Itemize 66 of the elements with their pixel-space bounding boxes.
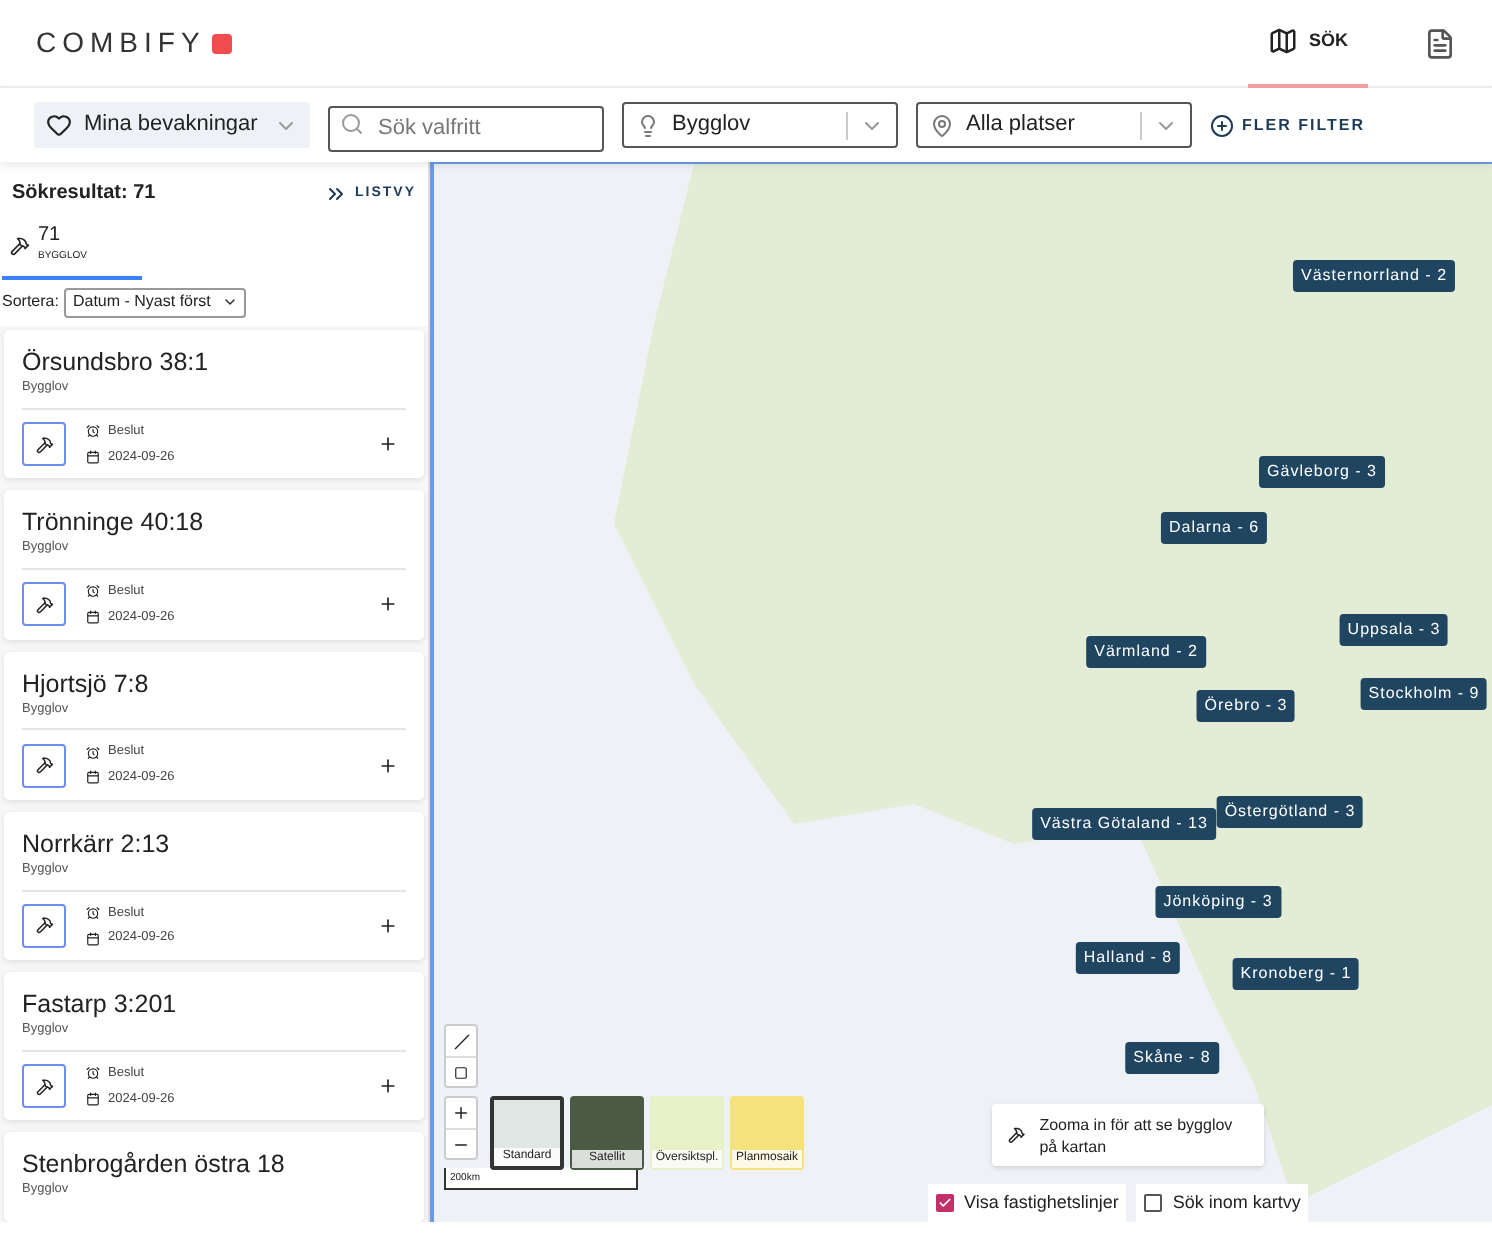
card-title: Norrkärr 2:13 (22, 827, 172, 860)
plus-icon (452, 1104, 470, 1122)
plus-circle-icon (1210, 113, 1234, 137)
search-icon (340, 112, 364, 136)
lightbulb-icon (636, 113, 660, 137)
calendar-icon (86, 449, 100, 464)
region-marker[interactable]: Gävleborg - 3 (1259, 456, 1385, 488)
add-icon[interactable] (378, 434, 398, 454)
region-marker[interactable]: Dalarna - 6 (1160, 512, 1268, 544)
calendar-icon (86, 931, 100, 946)
hammer-icon (35, 435, 53, 453)
region-marker[interactable]: Värmland - 2 (1086, 636, 1206, 668)
card-title: Fastarp 3:201 (22, 988, 179, 1020)
region-marker[interactable]: Västernorrland - 2 (1292, 260, 1456, 292)
card-title: Stenbrogården östra 18 (22, 1148, 287, 1181)
add-icon[interactable] (378, 755, 398, 775)
results-count: Sökresultat: 71 (12, 180, 156, 209)
calendar-icon (86, 770, 100, 785)
card-title: Trönninge 40:18 (22, 506, 206, 539)
checkbox[interactable] (936, 1194, 954, 1212)
region-marker[interactable]: Jönköping - 3 (1155, 886, 1281, 918)
alarm-clock-icon (86, 584, 100, 599)
sort-label: Sortera: (2, 290, 59, 315)
heart-icon (46, 112, 72, 138)
hint-text: Zooma in för att se bygglov på kartan (1039, 1113, 1235, 1157)
alarm-clock-icon (86, 424, 100, 439)
logo-icon (211, 33, 232, 53)
square-icon (454, 1065, 468, 1079)
map-option[interactable]: Visa fastighetslinjer (928, 1184, 1127, 1222)
line-icon (453, 1033, 469, 1049)
calendar-icon (86, 1091, 100, 1106)
hammer-icon (35, 595, 53, 614)
hammer-icon (35, 1077, 53, 1095)
hammer-icon (10, 235, 30, 256)
sort-dropdown[interactable]: Datum - Nyast först (64, 287, 247, 318)
map-option[interactable]: Sök inom kartvy (1136, 1184, 1309, 1222)
add-icon[interactable] (378, 915, 398, 936)
document-icon[interactable] (1424, 27, 1456, 59)
region-marker[interactable]: Stockholm - 9 (1360, 678, 1488, 710)
alarm-clock-icon (86, 1066, 100, 1081)
checkbox[interactable] (1144, 1194, 1163, 1212)
more-filters-button[interactable]: FLER FILTER (1210, 113, 1366, 137)
type-dropdown[interactable]: Bygglov (622, 102, 898, 148)
alarm-clock-icon (86, 905, 100, 920)
region-marker[interactable]: Västra Götaland - 13 (1032, 808, 1216, 840)
region-marker[interactable]: Skåne - 8 (1125, 1042, 1219, 1074)
hammer-icon (1008, 1124, 1026, 1146)
region-marker[interactable]: Östergötland - 3 (1216, 796, 1364, 828)
hammer-icon (35, 756, 53, 774)
region-marker[interactable]: Uppsala - 3 (1339, 614, 1449, 646)
calendar-icon (86, 610, 100, 625)
region-marker[interactable]: Kronoberg - 1 (1232, 958, 1360, 990)
search-field[interactable]: Sök valfritt (328, 105, 604, 151)
hammer-icon (35, 916, 53, 935)
location-dropdown[interactable]: Alla platser (916, 102, 1192, 148)
alarm-clock-icon (86, 745, 100, 760)
logo-text: COMBIFY (36, 24, 206, 62)
region-marker[interactable]: Örebro - 3 (1196, 690, 1296, 722)
pin-icon (930, 113, 954, 137)
watchlist-dropdown[interactable]: Mina bevakningar (34, 102, 310, 148)
add-icon[interactable] (378, 594, 398, 615)
add-icon[interactable] (378, 1076, 398, 1096)
card-title: Hjortsjö 7:8 (22, 667, 151, 699)
region-marker[interactable]: Halland - 8 (1075, 942, 1181, 974)
map-tile[interactable] (430, 162, 1492, 1222)
card-title: Örsundsbro 38:1 (22, 346, 211, 378)
